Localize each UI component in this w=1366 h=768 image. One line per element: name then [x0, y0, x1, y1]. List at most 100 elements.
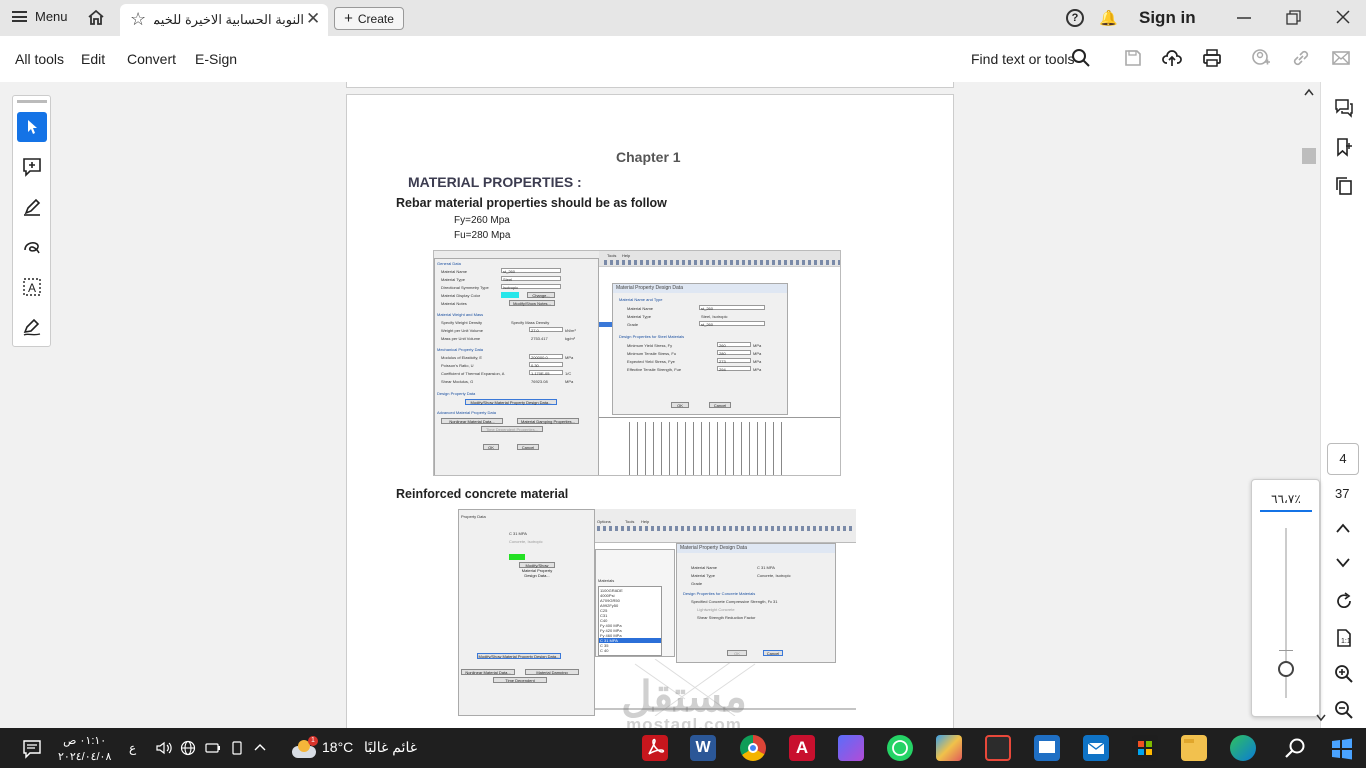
page-number-input[interactable]: 4	[1327, 443, 1359, 475]
sign-tool[interactable]	[17, 312, 47, 342]
zoom-tick	[1279, 650, 1293, 651]
device-icon[interactable]	[230, 740, 244, 756]
zoom-input[interactable]: ٦٦،٧٪	[1260, 490, 1312, 512]
app2-taskbar-icon[interactable]	[1034, 735, 1060, 761]
cursor-icon	[28, 120, 37, 134]
search-taskbar-icon[interactable]	[1283, 737, 1307, 761]
app-menubar-2: Options Tools Help	[595, 509, 856, 543]
page-count: 37	[1335, 486, 1350, 501]
document-tab[interactable]: ☆ النوبة الحسابية الاخيرة للخيمة... ✕	[120, 4, 328, 36]
toolbar-convert[interactable]: Convert	[127, 51, 176, 67]
clock-date: ٢٠٢٤/٠٤/٠٨	[58, 751, 112, 763]
toolbar-all-tools[interactable]: All tools	[15, 51, 64, 67]
concrete-property-dialog: Property Data C 31 MPA Concrete, Isotrop…	[458, 509, 595, 716]
right-rail: 1:1	[1320, 82, 1366, 728]
app-menubar: Tools Help	[599, 251, 840, 267]
home-icon[interactable]	[86, 8, 106, 28]
freehand-icon	[24, 242, 40, 254]
zoom-slider-knob[interactable]	[1278, 661, 1294, 677]
restore-icon[interactable]	[1286, 10, 1302, 26]
clock-time: ٠١:١٠ ص	[63, 735, 107, 747]
edge-taskbar-icon[interactable]	[1230, 735, 1256, 761]
autocad-taskbar-icon[interactable]: A	[789, 735, 815, 761]
volume-icon[interactable]	[155, 741, 173, 755]
share-user-icon[interactable]	[1251, 48, 1271, 68]
notification-bell-icon[interactable]: 🔔	[1099, 9, 1118, 27]
plus-icon: +	[344, 10, 353, 27]
weather-icon[interactable]: 1	[290, 736, 318, 760]
fu-value: Fu=280 Mpa	[454, 230, 511, 241]
page-up-icon[interactable]	[1335, 522, 1351, 534]
materials-list: 1100GRADE 4000Psi A709GR50 A992Fy50 C25 …	[598, 586, 662, 656]
mail-taskbar-icon[interactable]	[1083, 735, 1109, 761]
battery-icon[interactable]	[205, 741, 221, 755]
tools-taskbar-icon[interactable]	[985, 735, 1011, 761]
scroll-down-icon[interactable]	[1316, 714, 1326, 722]
sign-in-button[interactable]: Sign in	[1139, 8, 1196, 28]
windows-start-icon[interactable]	[1329, 736, 1355, 762]
pages-icon[interactable]	[1334, 176, 1354, 196]
design-data-dialog: Material Property Design Data Material N…	[612, 283, 788, 415]
help-icon[interactable]: ?	[1066, 9, 1084, 27]
tab-title: النوبة الحسابية الاخيرة للخيمة...	[154, 12, 304, 27]
drag-handle[interactable]	[17, 100, 47, 103]
fit-page-icon[interactable]: 1:1	[1334, 628, 1354, 648]
pdf-page: Chapter 1 MATERIAL PROPERTIES : Rebar ma…	[346, 94, 954, 734]
store-taskbar-icon[interactable]	[1132, 735, 1158, 761]
word-taskbar-icon[interactable]: W	[690, 735, 716, 761]
file-explorer-taskbar-icon[interactable]	[1181, 735, 1207, 761]
star-icon[interactable]: ☆	[130, 9, 146, 30]
rebar-heading: Rebar material properties should be as f…	[396, 196, 667, 210]
minimize-icon[interactable]	[1236, 10, 1252, 26]
comments-icon[interactable]	[1334, 98, 1354, 118]
weather-condition[interactable]: غائم غالبًا	[364, 739, 417, 756]
link-icon[interactable]	[1291, 48, 1311, 68]
add-comment-tool[interactable]	[17, 152, 47, 182]
temperature[interactable]: 18°C	[322, 739, 353, 755]
whatsapp-taskbar-icon[interactable]	[887, 735, 913, 761]
print-icon[interactable]	[1202, 48, 1222, 68]
draw-tool[interactable]	[17, 232, 47, 262]
menu-label: Menu	[35, 9, 68, 24]
close-tab-icon[interactable]: ✕	[306, 9, 320, 29]
save-icon[interactable]	[1123, 48, 1143, 68]
app-taskbar-icon[interactable]	[838, 735, 864, 761]
taskbar-clock[interactable]: ٠١:١٠ ص ٢٠٢٤/٠٤/٠٨	[58, 733, 111, 765]
page-down-icon[interactable]	[1335, 557, 1351, 569]
rebar-screenshot: Tools Help General Data Material Name st…	[433, 250, 841, 476]
rotate-icon[interactable]	[1334, 591, 1354, 611]
menu-button[interactable]: Menu	[12, 9, 68, 24]
find-text-label[interactable]: Find text or tools	[971, 51, 1075, 67]
close-window-icon[interactable]	[1335, 9, 1351, 25]
zoom-in-icon[interactable]	[1334, 664, 1354, 684]
notification-center-icon[interactable]	[22, 739, 42, 759]
hamburger-icon	[12, 11, 27, 22]
paint-taskbar-icon[interactable]	[936, 735, 962, 761]
network-globe-icon[interactable]	[180, 740, 196, 756]
bookmark-icon[interactable]	[1334, 137, 1354, 157]
select-tool[interactable]	[17, 112, 47, 142]
watermark-text: مستقل	[621, 673, 747, 720]
toolbar-edit[interactable]: Edit	[81, 51, 105, 67]
text-box-icon: A	[23, 278, 41, 296]
language-indicator[interactable]: ع	[129, 741, 136, 755]
concrete-design-dialog: Material Property Design Data Material N…	[676, 543, 836, 663]
email-icon[interactable]	[1331, 48, 1351, 68]
zoom-out-icon[interactable]	[1334, 700, 1354, 720]
create-button[interactable]: + Create	[334, 7, 404, 30]
chrome-taskbar-icon[interactable]	[740, 735, 766, 761]
weather-badge: 1	[308, 736, 318, 746]
color-swatch-2	[509, 554, 525, 560]
acrobat-taskbar-icon[interactable]	[642, 735, 668, 761]
text-tool[interactable]: A	[17, 272, 47, 302]
upload-cloud-icon[interactable]	[1162, 48, 1182, 68]
scroll-up-icon[interactable]	[1304, 88, 1314, 96]
highlight-tool[interactable]	[17, 192, 47, 222]
fy-value: Fy=260 Mpa	[454, 215, 510, 226]
toolbar-esign[interactable]: E-Sign	[195, 51, 237, 67]
material-property-dialog: General Data Material Name st_260 Materi…	[434, 258, 599, 475]
rc-heading: Reinforced concrete material	[396, 487, 569, 501]
scrollbar-thumb[interactable]	[1302, 148, 1316, 164]
search-icon[interactable]	[1071, 48, 1091, 68]
show-hidden-icons-icon[interactable]	[253, 742, 267, 752]
